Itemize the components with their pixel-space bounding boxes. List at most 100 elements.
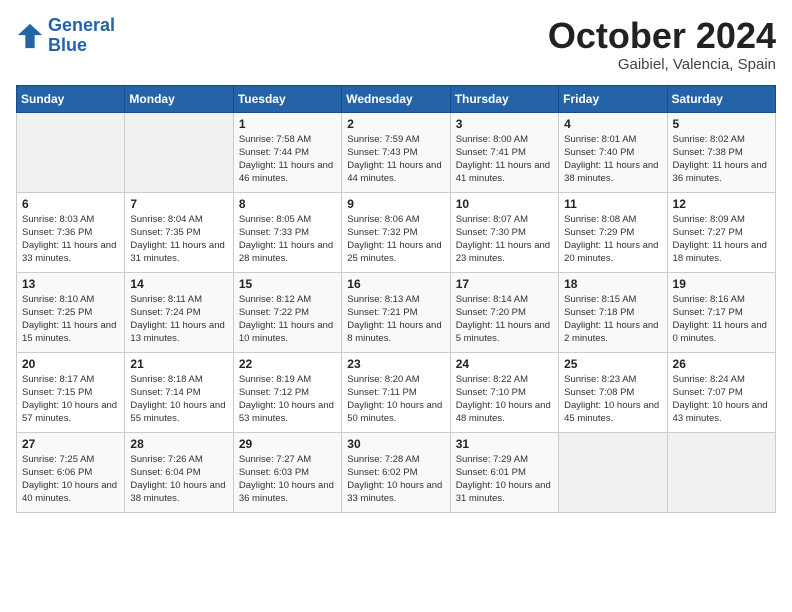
day-number: 27 [22, 437, 119, 451]
logo-line2: Blue [48, 35, 87, 55]
day-number: 13 [22, 277, 119, 291]
day-info: Sunrise: 8:09 AM Sunset: 7:27 PM Dayligh… [673, 213, 770, 266]
calendar-cell: 7 Sunrise: 8:04 AM Sunset: 7:35 PM Daylig… [125, 192, 233, 272]
day-info: Sunrise: 8:10 AM Sunset: 7:25 PM Dayligh… [22, 293, 119, 346]
day-info: Sunrise: 8:13 AM Sunset: 7:21 PM Dayligh… [347, 293, 444, 346]
calendar-week-5: 27 Sunrise: 7:25 AM Sunset: 6:06 PM Dayli… [17, 432, 776, 512]
day-number: 4 [564, 117, 661, 131]
calendar-cell: 9 Sunrise: 8:06 AM Sunset: 7:32 PM Daylig… [342, 192, 450, 272]
calendar-week-1: 1 Sunrise: 7:58 AM Sunset: 7:44 PM Daylig… [17, 112, 776, 192]
day-info: Sunrise: 8:23 AM Sunset: 7:08 PM Dayligh… [564, 373, 661, 426]
day-number: 31 [456, 437, 553, 451]
logo-icon [16, 22, 44, 50]
calendar-cell: 17 Sunrise: 8:14 AM Sunset: 7:20 PM Dayli… [450, 272, 558, 352]
day-number: 28 [130, 437, 227, 451]
calendar-cell: 11 Sunrise: 8:08 AM Sunset: 7:29 PM Dayli… [559, 192, 667, 272]
logo-text: General Blue [48, 16, 115, 56]
calendar-week-4: 20 Sunrise: 8:17 AM Sunset: 7:15 PM Dayli… [17, 352, 776, 432]
day-info: Sunrise: 7:28 AM Sunset: 6:02 PM Dayligh… [347, 453, 444, 506]
day-number: 5 [673, 117, 770, 131]
calendar-cell: 20 Sunrise: 8:17 AM Sunset: 7:15 PM Dayli… [17, 352, 125, 432]
day-info: Sunrise: 8:16 AM Sunset: 7:17 PM Dayligh… [673, 293, 770, 346]
day-number: 3 [456, 117, 553, 131]
calendar-cell: 28Sunrise: 7:26 AM Sunset: 6:04 PM Dayli… [125, 432, 233, 512]
weekday-header-friday: Friday [559, 85, 667, 112]
day-info: Sunrise: 8:14 AM Sunset: 7:20 PM Dayligh… [456, 293, 553, 346]
logo: General Blue [16, 16, 115, 56]
calendar-cell: 29 Sunrise: 7:27 AM Sunset: 6:03 PM Dayli… [233, 432, 341, 512]
day-number: 1 [239, 117, 336, 131]
day-number: 7 [130, 197, 227, 211]
calendar-cell: 16 Sunrise: 8:13 AM Sunset: 7:21 PM Dayli… [342, 272, 450, 352]
day-info: Sunrise: 8:02 AM Sunset: 7:38 PM Dayligh… [673, 133, 770, 186]
weekday-row: SundayMondayTuesdayWednesdayThursdayFrid… [17, 85, 776, 112]
day-info: Sunrise: 7:27 AM Sunset: 6:03 PM Dayligh… [239, 453, 336, 506]
calendar-cell: 2 Sunrise: 7:59 AM Sunset: 7:43 PM Daylig… [342, 112, 450, 192]
calendar-cell: 13 Sunrise: 8:10 AM Sunset: 7:25 PM Dayli… [17, 272, 125, 352]
calendar-week-3: 13 Sunrise: 8:10 AM Sunset: 7:25 PM Dayli… [17, 272, 776, 352]
day-number: 24 [456, 357, 553, 371]
day-number: 9 [347, 197, 444, 211]
calendar-cell: 21Sunrise: 8:18 AM Sunset: 7:14 PM Dayli… [125, 352, 233, 432]
day-number: 2 [347, 117, 444, 131]
calendar-cell [17, 112, 125, 192]
day-number: 19 [673, 277, 770, 291]
day-info: Sunrise: 8:24 AM Sunset: 7:07 PM Dayligh… [673, 373, 770, 426]
calendar-cell [667, 432, 775, 512]
day-info: Sunrise: 8:15 AM Sunset: 7:18 PM Dayligh… [564, 293, 661, 346]
day-info: Sunrise: 8:04 AM Sunset: 7:35 PM Dayligh… [130, 213, 227, 266]
calendar-cell: 23Sunrise: 8:20 AM Sunset: 7:11 PM Dayli… [342, 352, 450, 432]
calendar-cell: 18 Sunrise: 8:15 AM Sunset: 7:18 PM Dayli… [559, 272, 667, 352]
location-subtitle: Gaibiel, Valencia, Spain [548, 56, 776, 73]
title-block: October 2024 Gaibiel, Valencia, Spain [548, 16, 776, 73]
page-header: General Blue October 2024 Gaibiel, Valen… [16, 16, 776, 73]
day-number: 16 [347, 277, 444, 291]
weekday-header-tuesday: Tuesday [233, 85, 341, 112]
calendar-cell: 27 Sunrise: 7:25 AM Sunset: 6:06 PM Dayli… [17, 432, 125, 512]
calendar-cell [559, 432, 667, 512]
day-number: 22 [239, 357, 336, 371]
day-info: Sunrise: 7:59 AM Sunset: 7:43 PM Dayligh… [347, 133, 444, 186]
day-number: 30 [347, 437, 444, 451]
day-number: 14 [130, 277, 227, 291]
calendar-cell: 25Sunrise: 8:23 AM Sunset: 7:08 PM Dayli… [559, 352, 667, 432]
weekday-header-monday: Monday [125, 85, 233, 112]
day-number: 8 [239, 197, 336, 211]
day-info: Sunrise: 7:25 AM Sunset: 6:06 PM Dayligh… [22, 453, 119, 506]
calendar-cell: 30 Sunrise: 7:28 AM Sunset: 6:02 PM Dayli… [342, 432, 450, 512]
day-number: 15 [239, 277, 336, 291]
day-info: Sunrise: 8:17 AM Sunset: 7:15 PM Dayligh… [22, 373, 119, 426]
calendar-cell: 8 Sunrise: 8:05 AM Sunset: 7:33 PM Daylig… [233, 192, 341, 272]
day-number: 11 [564, 197, 661, 211]
day-number: 29 [239, 437, 336, 451]
calendar-cell: 14 Sunrise: 8:11 AM Sunset: 7:24 PM Dayli… [125, 272, 233, 352]
day-info: Sunrise: 7:29 AM Sunset: 6:01 PM Dayligh… [456, 453, 553, 506]
calendar-cell: 10 Sunrise: 8:07 AM Sunset: 7:30 PM Dayli… [450, 192, 558, 272]
calendar-cell: 31 Sunrise: 7:29 AM Sunset: 6:01 PM Dayli… [450, 432, 558, 512]
calendar-cell: 3Sunrise: 8:00 AM Sunset: 7:41 PM Daylig… [450, 112, 558, 192]
calendar-cell: 4 Sunrise: 8:01 AM Sunset: 7:40 PM Daylig… [559, 112, 667, 192]
day-info: Sunrise: 8:11 AM Sunset: 7:24 PM Dayligh… [130, 293, 227, 346]
day-info: Sunrise: 7:58 AM Sunset: 7:44 PM Dayligh… [239, 133, 336, 186]
calendar-cell: 19 Sunrise: 8:16 AM Sunset: 7:17 PM Dayli… [667, 272, 775, 352]
day-info: Sunrise: 8:01 AM Sunset: 7:40 PM Dayligh… [564, 133, 661, 186]
day-info: Sunrise: 8:22 AM Sunset: 7:10 PM Dayligh… [456, 373, 553, 426]
calendar-cell: 6Sunrise: 8:03 AM Sunset: 7:36 PM Daylig… [17, 192, 125, 272]
day-info: Sunrise: 8:08 AM Sunset: 7:29 PM Dayligh… [564, 213, 661, 266]
day-info: Sunrise: 8:19 AM Sunset: 7:12 PM Dayligh… [239, 373, 336, 426]
calendar-cell: 15Sunrise: 8:12 AM Sunset: 7:22 PM Dayli… [233, 272, 341, 352]
day-number: 20 [22, 357, 119, 371]
calendar-cell [125, 112, 233, 192]
month-title: October 2024 [548, 16, 776, 56]
day-info: Sunrise: 8:06 AM Sunset: 7:32 PM Dayligh… [347, 213, 444, 266]
day-number: 26 [673, 357, 770, 371]
day-number: 18 [564, 277, 661, 291]
calendar-cell: 26 Sunrise: 8:24 AM Sunset: 7:07 PM Dayli… [667, 352, 775, 432]
day-info: Sunrise: 8:05 AM Sunset: 7:33 PM Dayligh… [239, 213, 336, 266]
calendar-cell: 22 Sunrise: 8:19 AM Sunset: 7:12 PM Dayli… [233, 352, 341, 432]
day-info: Sunrise: 8:18 AM Sunset: 7:14 PM Dayligh… [130, 373, 227, 426]
day-info: Sunrise: 8:07 AM Sunset: 7:30 PM Dayligh… [456, 213, 553, 266]
day-number: 23 [347, 357, 444, 371]
day-number: 10 [456, 197, 553, 211]
day-number: 17 [456, 277, 553, 291]
